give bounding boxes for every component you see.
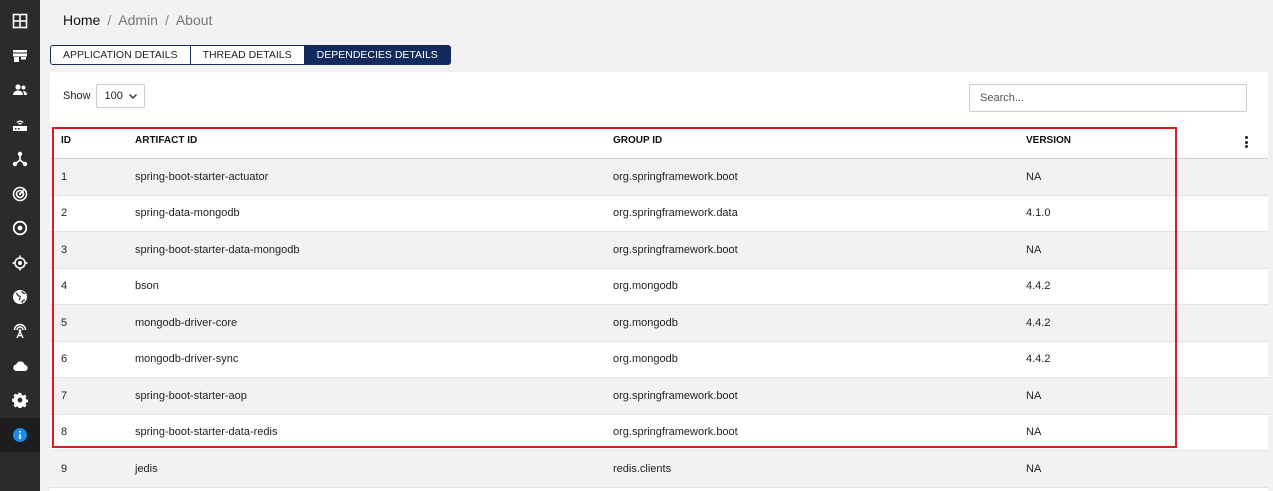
sidebar-item-users[interactable]: [0, 73, 40, 107]
table-row: 7 spring-boot-starter-aop org.springfram…: [50, 378, 1268, 415]
info-icon: [13, 428, 27, 442]
table-row: 6 mongodb-driver-sync org.mongodb 4.4.2: [50, 342, 1268, 378]
sidebar-item-router[interactable]: [0, 108, 40, 142]
cell-group-id: redis.clients: [613, 462, 672, 475]
cell-id: 5: [61, 316, 68, 329]
table-row: 3 spring-boot-starter-data-mongodb org.s…: [50, 232, 1268, 269]
gear-icon: [12, 392, 28, 408]
page-size-select[interactable]: 100: [95, 84, 145, 108]
breadcrumb-separator: /: [164, 12, 169, 28]
cell-artifact-id: mongodb-driver-core: [135, 316, 238, 329]
cell-id: 4: [61, 280, 68, 293]
cell-artifact-id: spring-boot-starter-data-mongodb: [135, 243, 300, 256]
users-icon: [13, 84, 27, 95]
sidebar: [0, 0, 40, 491]
page-size-control: Show 100: [63, 84, 145, 108]
breadcrumb: Home / Admin / About: [63, 12, 212, 28]
cell-artifact-id: bson: [135, 280, 159, 293]
crosshair-icon: [12, 255, 28, 271]
column-header-artifact-id[interactable]: ARTIFACT ID: [135, 135, 197, 146]
column-header-version[interactable]: VERSION: [1026, 135, 1071, 146]
globe-icon: [13, 290, 27, 304]
radar-icon: [12, 186, 28, 202]
cell-artifact-id: spring-data-mongodb: [135, 207, 240, 220]
tab-dependencies-details[interactable]: DEPENDECIES DETAILS: [303, 45, 451, 65]
table-row: 2 spring-data-mongodb org.springframewor…: [50, 196, 1268, 232]
sidebar-item-store[interactable]: [0, 39, 40, 73]
cell-version: 4.4.2: [1026, 316, 1051, 329]
cell-id: 6: [61, 353, 68, 366]
cell-id: 3: [61, 243, 68, 256]
cell-artifact-id: spring-boot-starter-aop: [135, 389, 247, 402]
table-header-row: ID ARTIFACT ID GROUP ID VERSION: [50, 123, 1268, 159]
search-input[interactable]: [969, 84, 1247, 112]
table-row: 4 bson org.mongodb 4.4.2: [50, 269, 1268, 305]
cell-group-id: org.mongodb: [613, 280, 678, 293]
cell-version: 4.4.2: [1026, 353, 1051, 366]
cell-group-id: org.springframework.boot: [613, 389, 738, 402]
cell-id: 7: [61, 389, 68, 402]
cell-group-id: org.springframework.boot: [613, 426, 738, 439]
cell-version: 4.1.0: [1026, 207, 1051, 220]
hub-icon: [12, 151, 28, 167]
cell-group-id: org.mongodb: [613, 353, 678, 366]
dependencies-table: ID ARTIFACT ID GROUP ID VERSION 1 spring…: [50, 123, 1268, 488]
cell-artifact-id: spring-boot-starter-data-redis: [135, 426, 278, 439]
show-label: Show: [63, 90, 91, 102]
table-row: 9 jedis redis.clients NA: [50, 451, 1268, 488]
breadcrumb-home[interactable]: Home: [63, 12, 100, 28]
cell-version: NA: [1026, 389, 1042, 402]
column-header-id[interactable]: ID: [61, 135, 71, 146]
cell-id: 8: [61, 426, 68, 439]
cell-version: NA: [1026, 426, 1042, 439]
page-size-value: 100: [104, 90, 123, 102]
sidebar-item-dashboard[interactable]: [0, 4, 40, 38]
cloud-icon: [13, 361, 28, 372]
sidebar-item-radar[interactable]: [0, 177, 40, 211]
breadcrumb-current: About: [175, 12, 213, 28]
cell-group-id: org.springframework.boot: [613, 243, 738, 256]
sidebar-item-antenna[interactable]: [0, 314, 40, 348]
sidebar-item-settings[interactable]: [0, 383, 40, 417]
cell-group-id: org.springframework.boot: [613, 170, 738, 183]
sidebar-item-globe[interactable]: [0, 280, 40, 314]
sidebar-item-target[interactable]: [0, 211, 40, 245]
column-header-group-id[interactable]: GROUP ID: [613, 135, 662, 146]
router-icon: [13, 120, 27, 131]
cell-artifact-id: spring-boot-starter-actuator: [135, 170, 269, 183]
cell-artifact-id: jedis: [135, 462, 158, 475]
cell-artifact-id: mongodb-driver-sync: [135, 353, 239, 366]
dependencies-panel: Show 100 ID ARTIFACT ID GROUP ID VERSION…: [50, 72, 1268, 491]
antenna-icon: [13, 323, 27, 339]
tab-bar: APPLICATION DETAILS THREAD DETAILS DEPEN…: [50, 45, 451, 65]
table-row: 1 spring-boot-starter-actuator org.sprin…: [50, 159, 1268, 196]
cell-group-id: org.springframework.data: [613, 207, 738, 220]
cell-version: NA: [1026, 462, 1042, 475]
table-row: 5 mongodb-driver-core org.mongodb 4.4.2: [50, 305, 1268, 342]
sidebar-item-crosshair[interactable]: [0, 246, 40, 280]
tab-thread-details[interactable]: THREAD DETAILS: [189, 45, 305, 65]
store-icon: [13, 50, 27, 62]
sidebar-item-about[interactable]: [0, 418, 40, 452]
cell-version: NA: [1026, 243, 1042, 256]
cell-id: 1: [61, 170, 68, 183]
breadcrumb-admin[interactable]: Admin: [118, 12, 158, 28]
table-row: 8 spring-boot-starter-data-redis org.spr…: [50, 415, 1268, 451]
cell-id: 2: [61, 207, 68, 220]
sidebar-item-cloud[interactable]: [0, 349, 40, 383]
breadcrumb-separator: /: [107, 12, 112, 28]
cell-id: 9: [61, 462, 68, 475]
target-icon: [12, 220, 28, 236]
cell-group-id: org.mongodb: [613, 316, 678, 329]
dashboard-icon: [12, 13, 28, 29]
chevron-down-icon: [128, 94, 137, 99]
cell-version: NA: [1026, 170, 1042, 183]
tab-application-details[interactable]: APPLICATION DETAILS: [50, 45, 191, 65]
column-menu-icon[interactable]: [1243, 136, 1249, 148]
sidebar-item-hub[interactable]: [0, 142, 40, 176]
cell-version: 4.4.2: [1026, 280, 1051, 293]
